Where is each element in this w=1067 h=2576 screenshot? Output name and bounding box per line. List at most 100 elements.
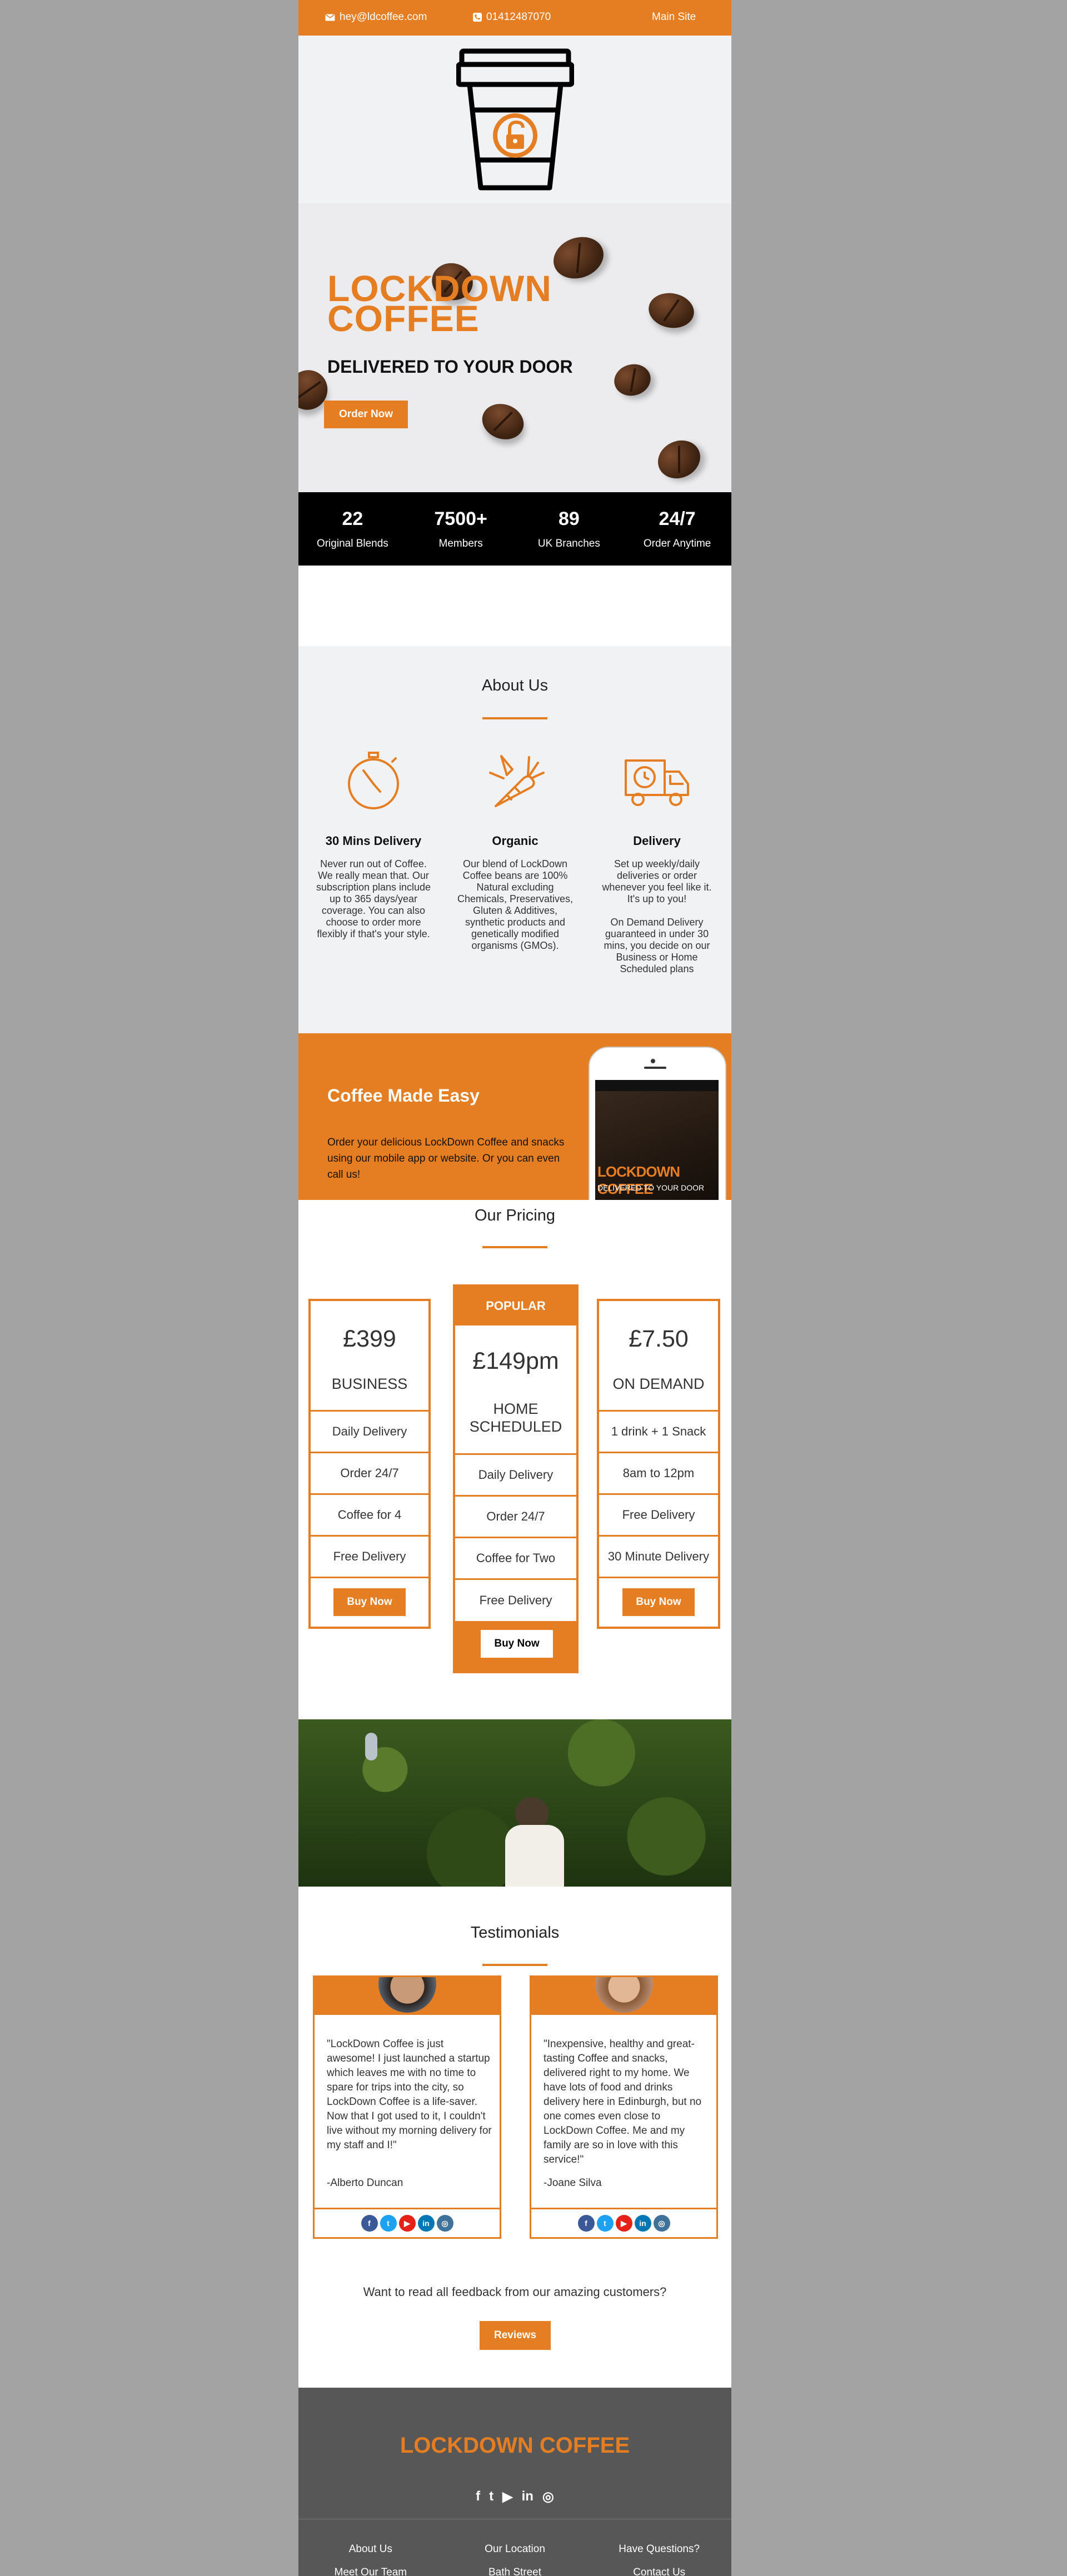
youtube-icon[interactable]: ▶ bbox=[615, 2215, 632, 2232]
plan-feature: Free Delivery bbox=[311, 1535, 428, 1577]
hero-banner: LOCKDOWN COFFEE DELIVERED TO YOUR DOOR O… bbox=[298, 203, 731, 492]
footer-links: About Us Meet Our Team Our Location Bath… bbox=[298, 2543, 731, 2576]
app-promo-section: Coffee Made Easy Order your delicious Lo… bbox=[298, 1033, 731, 1200]
instagram-icon[interactable]: ◎ bbox=[653, 2215, 670, 2232]
about-title: About Us bbox=[481, 677, 549, 694]
plan-feature: Order 24/7 bbox=[455, 1495, 576, 1537]
coffee-cup-logo-icon[interactable] bbox=[456, 48, 574, 191]
organic-carrot-icon bbox=[489, 755, 545, 807]
top-bar: hey@ldcoffee.com 01412487070 Main Site bbox=[298, 0, 731, 36]
promo-text: Order your delicious LockDown Coffee and… bbox=[327, 1137, 565, 1181]
instagram-icon[interactable]: ◎ bbox=[542, 2489, 554, 2505]
footer-link[interactable]: Have Questions? bbox=[587, 2543, 731, 2555]
feature-text: Our blend of LockDown Coffee beans are 1… bbox=[457, 858, 574, 951]
plan-feature: Free Delivery bbox=[599, 1493, 718, 1535]
plan-feature: Order 24/7 bbox=[311, 1452, 428, 1493]
hero-subtitle: DELIVERED TO YOUR DOOR bbox=[327, 357, 573, 377]
footer-social-links: f t ▶ in ◎ bbox=[298, 2489, 731, 2505]
avatar bbox=[595, 1977, 653, 2013]
phone-camera bbox=[651, 1059, 655, 1063]
twitter-icon[interactable]: t bbox=[596, 2215, 614, 2232]
instagram-icon[interactable]: ◎ bbox=[436, 2215, 453, 2232]
stat-blends: 22 Original Blends bbox=[298, 492, 407, 566]
plan-name: ON DEMAND bbox=[612, 1375, 705, 1392]
linkedin-icon[interactable]: in bbox=[522, 2489, 534, 2505]
testimonial-quote: "Inexpensive, healthy and great-tasting … bbox=[544, 2038, 702, 2165]
stat-value: 89 bbox=[558, 508, 580, 529]
phone-link[interactable]: 01412487070 bbox=[473, 11, 551, 23]
footer-link[interactable]: Bath Street bbox=[443, 2567, 587, 2576]
envelope-icon bbox=[325, 13, 335, 21]
feature-text: Never run out of Coffee. We really mean … bbox=[316, 858, 431, 939]
buy-now-button[interactable]: Buy Now bbox=[481, 1630, 553, 1658]
popular-card-body: £149pm HOME SCHEDULED Daily Delivery Ord… bbox=[455, 1325, 576, 1621]
testimonial-author: -Alberto Duncan bbox=[327, 2177, 403, 2189]
footer-brand: LOCKDOWN COFFEE bbox=[400, 2433, 630, 2458]
youtube-icon[interactable]: ▶ bbox=[398, 2215, 416, 2232]
phone-screen-nav bbox=[595, 1080, 719, 1091]
linkedin-icon[interactable]: in bbox=[634, 2215, 651, 2232]
footer-link[interactable]: Meet Our Team bbox=[298, 2567, 443, 2576]
footer: LOCKDOWN COFFEE f t ▶ in ◎ About Us Meet… bbox=[298, 2388, 731, 2576]
stat-label: UK Branches bbox=[537, 537, 600, 549]
farmer-shirt-image bbox=[505, 1825, 564, 1887]
avatar bbox=[378, 1977, 436, 2013]
youtube-icon[interactable]: ▶ bbox=[502, 2489, 512, 2505]
section-divider bbox=[482, 1246, 547, 1248]
footer-link[interactable]: About Us bbox=[298, 2543, 443, 2555]
plan-cta-row: Buy Now bbox=[311, 1577, 428, 1626]
order-now-button[interactable]: Order Now bbox=[324, 401, 408, 428]
feature-text-extra: On Demand Delivery guaranteed in under 3… bbox=[604, 917, 710, 974]
testimonial-card: "Inexpensive, healthy and great-tasting … bbox=[530, 1975, 718, 2239]
testimonial-card: "LockDown Coffee is just awesome! I just… bbox=[313, 1975, 501, 2239]
footer-col-location: Our Location Bath Street bbox=[443, 2543, 587, 2576]
plan-price: £149pm bbox=[472, 1348, 559, 1374]
social-links: f t ▶ in ◎ bbox=[315, 2208, 500, 2237]
bird-image bbox=[365, 1733, 377, 1760]
section-divider bbox=[482, 1964, 547, 1966]
stat-value: 22 bbox=[342, 508, 363, 529]
testimonial-header bbox=[531, 1977, 716, 2015]
facebook-icon[interactable]: f bbox=[577, 2215, 595, 2232]
plan-name: BUSINESS bbox=[331, 1375, 408, 1392]
pricing-card-home-scheduled: POPULAR £149pm HOME SCHEDULED Daily Deli… bbox=[453, 1284, 579, 1673]
twitter-icon[interactable]: t bbox=[380, 2215, 397, 2232]
footer-link[interactable]: Contact Us bbox=[587, 2567, 731, 2576]
plan-cta-row: Buy Now bbox=[599, 1577, 718, 1626]
popular-badge: POPULAR bbox=[486, 1299, 546, 1313]
feature-title: Delivery bbox=[633, 834, 681, 848]
plan-feature: Daily Delivery bbox=[311, 1410, 428, 1452]
facebook-icon[interactable]: f bbox=[476, 2489, 480, 2505]
coffee-bean-image bbox=[651, 433, 707, 486]
coffee-bean-image bbox=[610, 360, 655, 400]
plan-price: £7.50 bbox=[629, 1325, 689, 1352]
phone-icon bbox=[473, 13, 482, 22]
stat-branches: 89 UK Branches bbox=[515, 492, 624, 566]
buy-now-button[interactable]: Buy Now bbox=[333, 1588, 406, 1616]
email-link[interactable]: hey@ldcoffee.com bbox=[325, 11, 427, 23]
twitter-icon[interactable]: t bbox=[489, 2489, 493, 2505]
testimonials-title: Testimonials bbox=[470, 1924, 560, 1942]
buy-now-button[interactable]: Buy Now bbox=[622, 1588, 695, 1616]
stat-label: Original Blends bbox=[316, 537, 388, 549]
plan-price: £399 bbox=[343, 1325, 396, 1352]
stats-bar: 22 Original Blends 7500+ Members 89 UK B… bbox=[298, 492, 731, 566]
stat-value: 7500+ bbox=[434, 508, 487, 529]
plan-feature: 30 Minute Delivery bbox=[599, 1535, 718, 1577]
stat-members: 7500+ Members bbox=[407, 492, 515, 566]
linkedin-icon[interactable]: in bbox=[417, 2215, 435, 2232]
stat-label: Order Anytime bbox=[643, 537, 711, 549]
footer-link[interactable]: Our Location bbox=[443, 2543, 587, 2555]
main-site-link[interactable]: Main Site bbox=[652, 11, 696, 23]
footer-col-about: About Us Meet Our Team bbox=[298, 2543, 443, 2576]
reviews-button[interactable]: Reviews bbox=[480, 2321, 551, 2350]
facebook-icon[interactable]: f bbox=[361, 2215, 378, 2232]
pricing-card-on-demand: £7.50 ON DEMAND 1 drink + 1 Snack 8am to… bbox=[597, 1299, 720, 1629]
phone-speaker bbox=[644, 1067, 666, 1069]
plan-feature: Coffee for Two bbox=[455, 1537, 576, 1578]
feature-30-mins-delivery: 30 Mins Delivery Never run out of Coffee… bbox=[312, 751, 435, 940]
pricing-card-business: £399 BUSINESS Daily Delivery Order 24/7 … bbox=[308, 1299, 431, 1629]
coffee-bean-image bbox=[646, 289, 697, 332]
phone-screen-title: LOCKDOWN COFFEE bbox=[597, 1163, 680, 1197]
feature-organic: Organic Our blend of LockDown Coffee bea… bbox=[454, 751, 576, 952]
